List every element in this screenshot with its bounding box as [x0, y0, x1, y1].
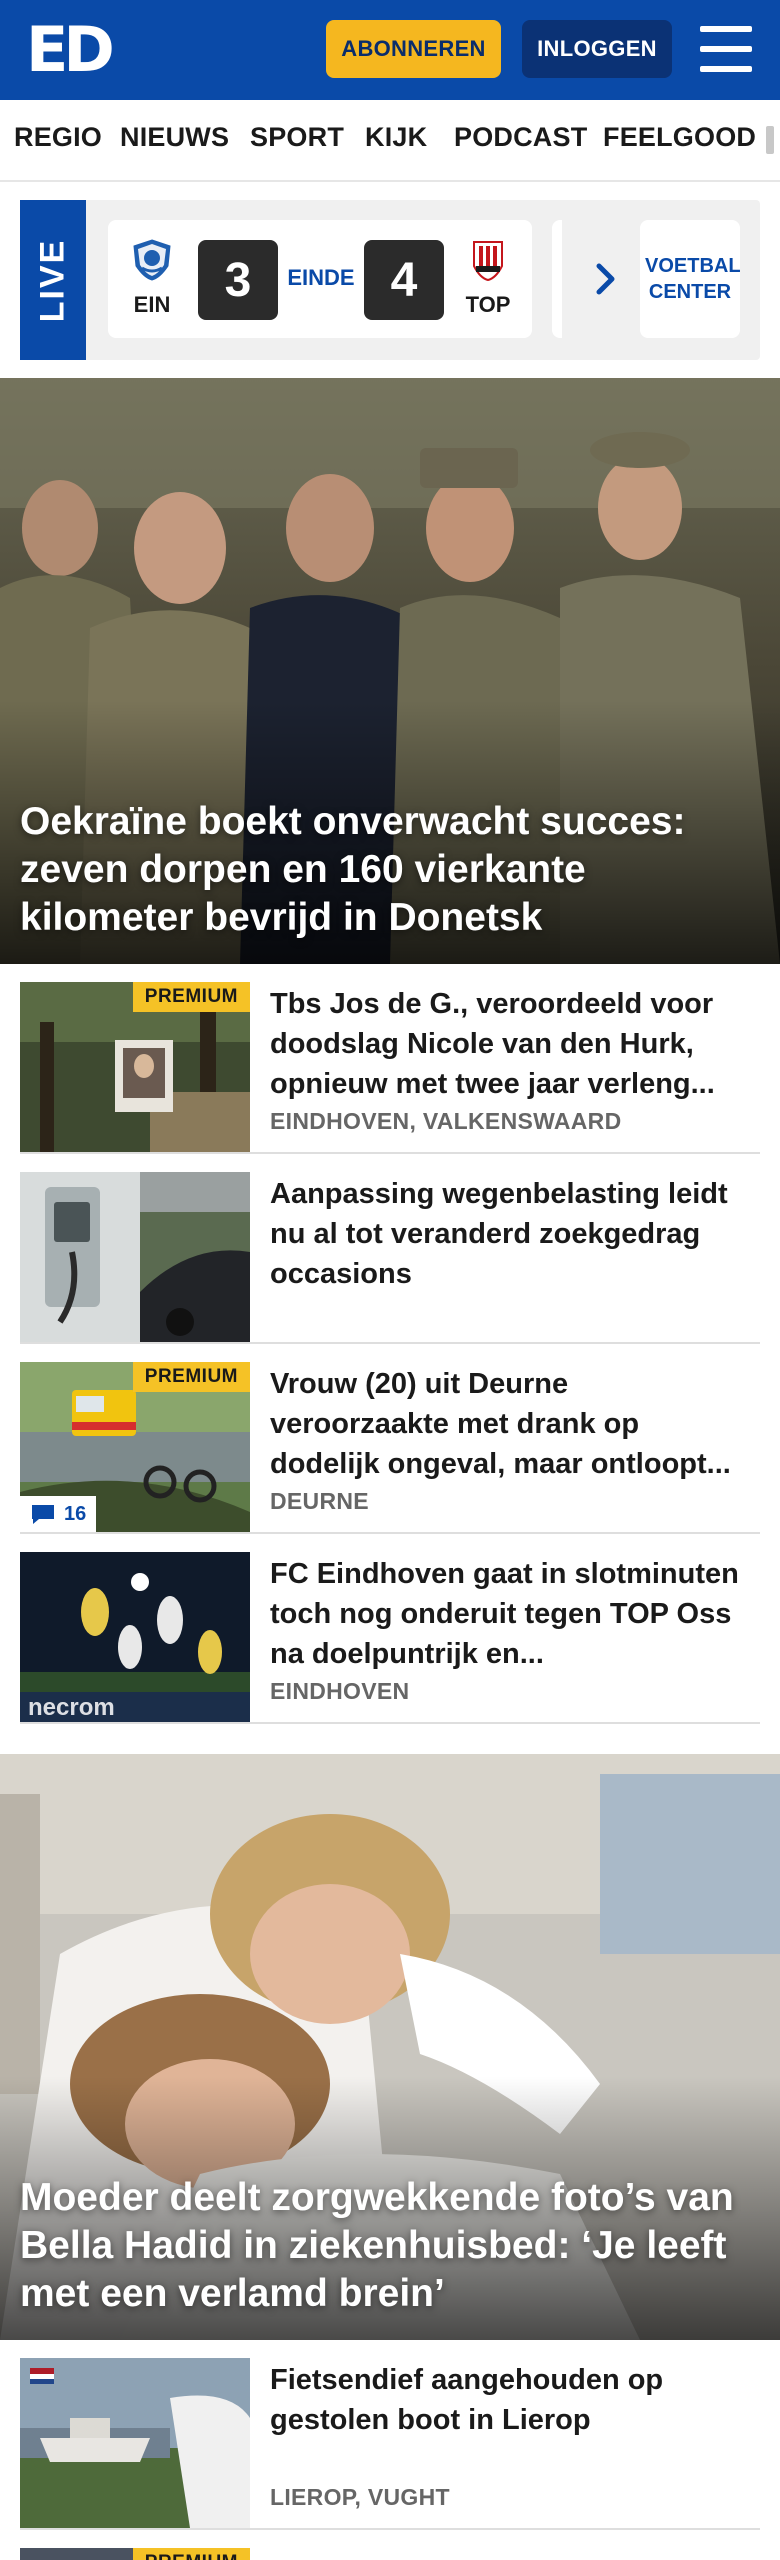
- next-match-card-partial[interactable]: [552, 220, 562, 338]
- premium-badge: PREMIUM: [132, 2548, 250, 2560]
- nav-overflow-indicator: [766, 126, 774, 154]
- logo-text: ED: [26, 13, 115, 86]
- comment-count-badge[interactable]: 16: [20, 1496, 97, 1532]
- list-item[interactable]: necrom FC Eindhoven gaat in slotminu­ten…: [20, 1534, 760, 1724]
- home-score: 3: [198, 240, 278, 320]
- top-header-bar: ED ABONNEREN INLOGGEN: [0, 0, 780, 100]
- article-location: LIEROP, VUGHT: [270, 2484, 450, 2510]
- hero-title[interactable]: Moeder deelt zorgwekkende foto’s van Bel…: [20, 2174, 760, 2318]
- subscribe-button[interactable]: ABONNEREN: [326, 20, 501, 78]
- svg-text:necrom: necrom: [28, 1694, 115, 1721]
- away-score: 4: [364, 240, 444, 320]
- premium-badge: PREMIUM: [132, 1362, 250, 1392]
- article-thumbnail: PREMIUM: [20, 2548, 250, 2560]
- voetbal-center-label: VOETBAL CENTER: [645, 255, 741, 303]
- match-status: EINDE: [287, 265, 355, 290]
- menu-icon[interactable]: [700, 26, 752, 72]
- article-thumbnail: PREMIUM: [20, 982, 250, 1152]
- article-thumbnail: PREMIUM 16: [20, 1362, 250, 1532]
- nav-item-sport[interactable]: SPORT: [250, 122, 344, 153]
- article-title[interactable]: Aanpassing wegenbelasting leidt nu al to…: [270, 1174, 750, 1294]
- nav-item-feelgood[interactable]: FEELGOOD: [603, 122, 756, 153]
- hero-title[interactable]: Oekraïne boekt onverwacht succes: zeven …: [20, 798, 760, 942]
- voetbal-center-link[interactable]: VOETBAL CENTER: [640, 220, 741, 338]
- premium-badge: PREMIUM: [132, 982, 250, 1012]
- section-nav: REGIO NIEUWS SPORT KIJK PODCAST FEELGOOD: [0, 100, 780, 182]
- live-label: LIVE: [33, 238, 72, 322]
- article-thumbnail: [20, 2358, 250, 2528]
- article-location: EINDHOVEN: [270, 1678, 410, 1704]
- nav-item-podcast[interactable]: PODCAST: [454, 122, 587, 153]
- home-team-code: EIN: [133, 292, 171, 317]
- live-tab[interactable]: LIVE: [20, 200, 86, 360]
- article-location: DEURNE: [270, 1488, 369, 1514]
- hero-article-ukraine[interactable]: Oekraïne boekt onverwacht succes: zeven …: [0, 378, 780, 964]
- article-title[interactable]: FC Eindhoven gaat in slotminu­ten toch n…: [270, 1554, 750, 1674]
- nav-item-kijk[interactable]: KIJK: [365, 122, 427, 153]
- comment-count: 16: [64, 1502, 87, 1525]
- comment-icon: [32, 1505, 54, 1524]
- article-location: EINDHOVEN, VALKENSWAARD: [270, 1108, 622, 1134]
- article-title[interactable]: Vrouw (20) uit Deurne veroorzaakte met d…: [270, 1364, 750, 1484]
- list-item[interactable]: Aanpassing wegenbelasting leidt nu al to…: [20, 1154, 760, 1344]
- list-item[interactable]: PREMIUM Tbs Jos de G., veroordeeld voor …: [20, 964, 760, 1154]
- top-oss-crest-icon: [473, 241, 503, 282]
- list-item[interactable]: PREMIUM: [20, 2530, 760, 2560]
- article-thumbnail: necrom: [20, 1552, 250, 1722]
- nav-item-nieuws[interactable]: NIEUWS: [120, 122, 229, 153]
- ed-logo[interactable]: ED: [26, 13, 115, 86]
- list-item[interactable]: PREMIUM 16 Vrouw (20) uit Deurne veroorz…: [20, 1344, 760, 1534]
- nav-item-regio[interactable]: REGIO: [14, 122, 102, 153]
- fc-eindhoven-crest-icon: [133, 239, 171, 281]
- chevron-right-icon[interactable]: [590, 262, 620, 296]
- article-thumbnail: [20, 1172, 250, 1342]
- away-team-code: TOP: [465, 292, 511, 317]
- list-item[interactable]: Fietsendief aangehouden op gestolen boot…: [20, 2340, 760, 2530]
- article-title[interactable]: Tbs Jos de G., veroordeeld voor doodslag…: [270, 984, 750, 1104]
- login-button[interactable]: INLOGGEN: [522, 20, 672, 78]
- article-title[interactable]: Fietsendief aangehouden op gestolen boot…: [270, 2360, 750, 2440]
- hero-article-bella-hadid[interactable]: Moeder deelt zorgwekkende foto’s van Bel…: [0, 1754, 780, 2340]
